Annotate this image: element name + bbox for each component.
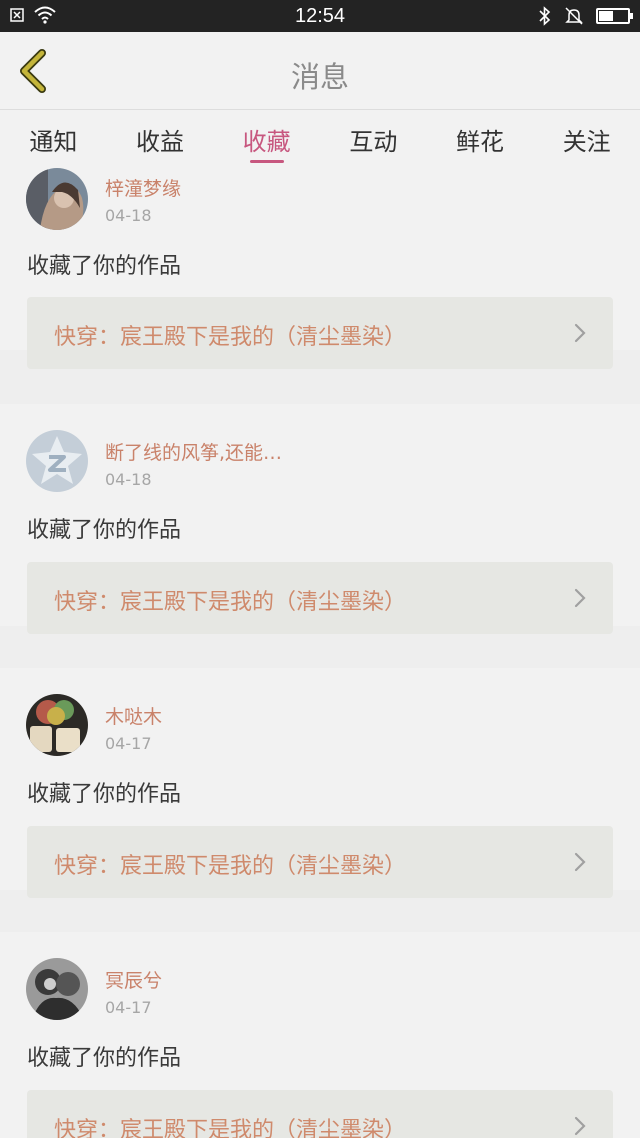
work-link[interactable]: 快穿：宸王殿下是我的（清尘墨染） <box>27 297 613 369</box>
timestamp: 04-17 <box>105 734 152 753</box>
notification-text: 收藏了你的作品 <box>27 1046 182 1071</box>
status-bar: 12:54 <box>0 0 640 32</box>
timestamp: 04-18 <box>105 470 152 489</box>
avatar[interactable] <box>26 168 88 230</box>
list-item: 梓潼梦缘 04-18 收藏了你的作品 快穿：宸王殿下是我的（清尘墨染） <box>0 168 640 369</box>
bell-muted-icon <box>565 7 583 25</box>
username[interactable]: 梓潼梦缘 <box>105 174 181 201</box>
work-title: 快穿：宸王殿下是我的（清尘墨染） <box>54 325 407 350</box>
chevron-right-icon <box>574 1116 586 1136</box>
list-item: 断了线的风筝,还能… 04-18 收藏了你的作品 快穿：宸王殿下是我的（清尘墨染… <box>0 404 640 634</box>
chevron-right-icon <box>574 323 586 343</box>
avatar[interactable] <box>26 430 88 492</box>
avatar[interactable] <box>26 958 88 1020</box>
tab-interactions[interactable]: 互动 <box>320 110 427 168</box>
work-title: 快穿：宸王殿下是我的（清尘墨染） <box>54 590 407 615</box>
bluetooth-icon <box>539 6 551 26</box>
battery-icon <box>596 8 633 24</box>
tab-flowers[interactable]: 鲜花 <box>427 110 534 168</box>
notification-text: 收藏了你的作品 <box>27 782 182 807</box>
username[interactable]: 木哒木 <box>105 702 162 729</box>
work-link[interactable]: 快穿：宸王殿下是我的（清尘墨染） <box>27 562 613 634</box>
tab-notice[interactable]: 通知 <box>0 110 107 168</box>
chevron-right-icon <box>574 852 586 872</box>
tab-earnings[interactable]: 收益 <box>107 110 214 168</box>
tab-follows[interactable]: 关注 <box>533 110 640 168</box>
username[interactable]: 断了线的风筝,还能… <box>105 438 282 465</box>
list-item: 冥辰兮 04-17 收藏了你的作品 快穿：宸王殿下是我的（清尘墨染） <box>0 932 640 1138</box>
header: 消息 <box>0 32 640 110</box>
chevron-right-icon <box>574 588 586 608</box>
tab-favorites[interactable]: 收藏 <box>213 110 320 168</box>
work-title: 快穿：宸王殿下是我的（清尘墨染） <box>54 854 407 879</box>
avatar[interactable] <box>26 694 88 756</box>
timestamp: 04-17 <box>105 998 152 1017</box>
notification-list: 梓潼梦缘 04-18 收藏了你的作品 快穿：宸王殿下是我的（清尘墨染） 断了线的… <box>0 168 640 1138</box>
notification-text: 收藏了你的作品 <box>27 518 182 543</box>
notification-text: 收藏了你的作品 <box>27 254 182 279</box>
list-item: 木哒木 04-17 收藏了你的作品 快穿：宸王殿下是我的（清尘墨染） <box>0 668 640 898</box>
work-link[interactable]: 快穿：宸王殿下是我的（清尘墨染） <box>27 1090 613 1138</box>
page-title: 消息 <box>290 60 349 94</box>
work-link[interactable]: 快穿：宸王殿下是我的（清尘墨染） <box>27 826 613 898</box>
timestamp: 04-18 <box>105 206 152 225</box>
work-title: 快穿：宸王殿下是我的（清尘墨染） <box>54 1118 407 1138</box>
tab-bar: 通知 收益 收藏 互动 鲜花 关注 <box>0 110 640 168</box>
username[interactable]: 冥辰兮 <box>105 966 162 993</box>
